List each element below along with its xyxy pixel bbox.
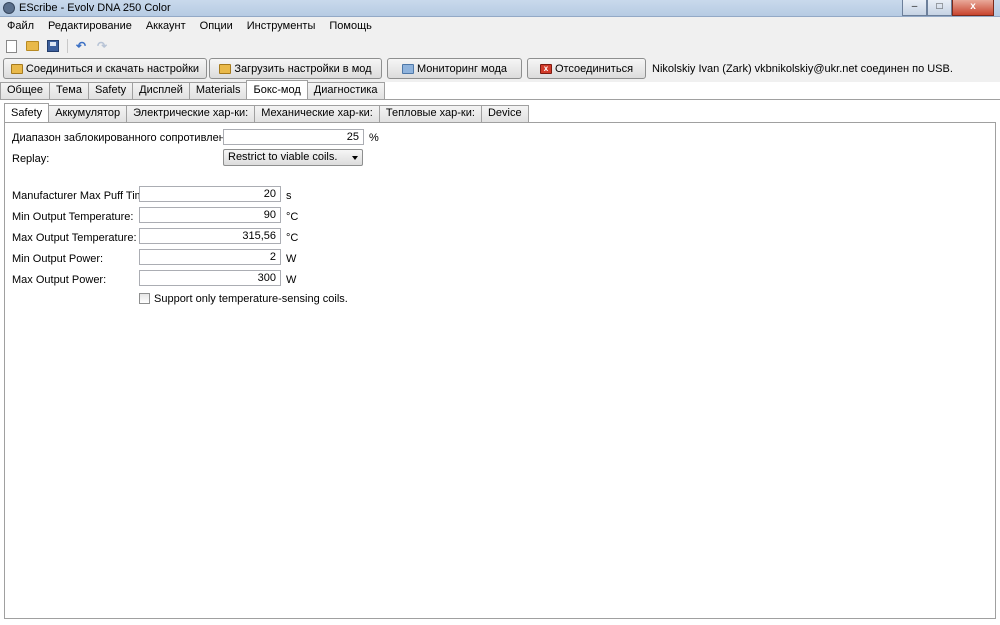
tab-box-mod[interactable]: Бокс-мод	[246, 80, 308, 99]
min-temp-label: Min Output Temperature:	[12, 211, 134, 223]
locked-resistance-label: Диапазон заблокированного сопротивления:…	[12, 132, 250, 144]
menu-options[interactable]: Опции	[193, 17, 240, 36]
monitor-label: Мониторинг мода	[416, 62, 508, 75]
subtab-safety[interactable]: Safety	[4, 103, 50, 122]
temp-sensing-only-label: Support only temperature-sensing coils.	[154, 293, 348, 305]
menu-help[interactable]: Помощь	[322, 17, 379, 36]
save-icon[interactable]	[46, 39, 60, 53]
subtab-divider	[4, 122, 996, 123]
upload-settings-label: Загрузить настройки в мод	[234, 62, 372, 75]
main-tabs: Общее Тема Safety Дисплей Materials Бокс…	[0, 80, 385, 99]
undo-icon[interactable]: ↶	[74, 39, 88, 53]
window-controls: – □ x	[902, 0, 994, 16]
close-button[interactable]: x	[952, 0, 994, 16]
action-bar: Соединиться и скачать настройки Загрузит…	[0, 56, 1000, 82]
max-power-label: Max Output Power:	[12, 274, 107, 286]
redo-icon[interactable]: ↷	[95, 39, 109, 53]
chevron-down-icon	[352, 156, 358, 160]
toolbar-separator	[67, 39, 68, 53]
subtab-electrical[interactable]: Электрические хар-ки:	[126, 105, 256, 122]
locked-resistance-input[interactable]: 25	[223, 129, 364, 145]
tab-theme[interactable]: Тема	[49, 82, 89, 99]
monitor-icon	[401, 63, 414, 74]
sub-tabs: Safety Аккумулятор Электрические хар-ки:…	[4, 103, 529, 122]
tab-display[interactable]: Дисплей	[132, 82, 190, 99]
min-power-label: Min Output Power:	[12, 253, 104, 265]
tab-divider	[0, 99, 1000, 100]
tab-safety[interactable]: Safety	[87, 82, 134, 99]
upload-settings-button[interactable]: Загрузить настройки в мод	[209, 58, 382, 79]
disconnect-button[interactable]: x Отсоединиться	[527, 58, 646, 79]
subtab-device[interactable]: Device	[480, 105, 529, 122]
new-file-icon[interactable]	[4, 39, 18, 53]
window-title: EScribe - Evolv DNA 250 Color	[19, 2, 171, 14]
connect-download-button[interactable]: Соединиться и скачать настройки	[3, 58, 207, 79]
replay-label: Replay:	[12, 153, 50, 165]
max-puff-input[interactable]: 20	[139, 186, 281, 202]
disconnect-label: Отсоединиться	[554, 62, 634, 75]
max-puff-unit: s	[286, 190, 292, 202]
connection-status: Nikolskiy Ivan (Zark) vkbnikolskiy@ukr.n…	[652, 63, 953, 75]
min-power-input[interactable]: 2	[139, 249, 281, 265]
upload-icon	[219, 63, 232, 74]
max-temp-input[interactable]: 315,56	[139, 228, 281, 244]
tab-general[interactable]: Общее	[0, 82, 51, 99]
open-folder-icon[interactable]	[25, 39, 39, 53]
menu-account[interactable]: Аккаунт	[139, 17, 193, 36]
subtab-thermal[interactable]: Тепловые хар-ки:	[378, 105, 482, 122]
min-temp-unit: °C	[286, 211, 299, 223]
replay-select-value: Restrict to viable coils.	[228, 151, 338, 163]
tab-diagnostics[interactable]: Диагностика	[306, 82, 385, 99]
max-temp-label: Max Output Temperature:	[12, 232, 137, 244]
temp-sensing-only-checkbox[interactable]	[139, 293, 150, 304]
menu-edit[interactable]: Редактирование	[41, 17, 139, 36]
max-power-unit: W	[286, 274, 297, 286]
subtab-mechanical[interactable]: Механические хар-ки:	[254, 105, 380, 122]
max-puff-label: Manufacturer Max Puff Time:	[12, 190, 154, 202]
subtab-battery[interactable]: Аккумулятор	[48, 105, 128, 122]
menu-bar: Файл Редактирование Аккаунт Опции Инстру…	[0, 17, 1000, 36]
title-bar: EScribe - Evolv DNA 250 Color – □ x	[0, 0, 1000, 17]
disconnect-icon: x	[539, 63, 552, 74]
menu-file[interactable]: Файл	[0, 17, 41, 36]
tab-materials[interactable]: Materials	[188, 82, 248, 99]
app-icon	[3, 2, 15, 14]
maximize-button[interactable]: □	[927, 0, 952, 16]
max-temp-unit: °C	[286, 232, 299, 244]
max-power-input[interactable]: 300	[139, 270, 281, 286]
minimize-button[interactable]: –	[902, 0, 927, 16]
menu-tools[interactable]: Инструменты	[240, 17, 323, 36]
toolbar: ↶ ↷	[0, 36, 1000, 56]
connect-download-label: Соединиться и скачать настройки	[25, 62, 200, 75]
replay-select[interactable]: Restrict to viable coils.	[223, 149, 363, 166]
monitor-button[interactable]: Мониторинг мода	[387, 58, 522, 79]
connect-icon	[10, 63, 23, 74]
locked-resistance-unit: %	[369, 132, 379, 144]
min-power-unit: W	[286, 253, 297, 265]
min-temp-input[interactable]: 90	[139, 207, 281, 223]
